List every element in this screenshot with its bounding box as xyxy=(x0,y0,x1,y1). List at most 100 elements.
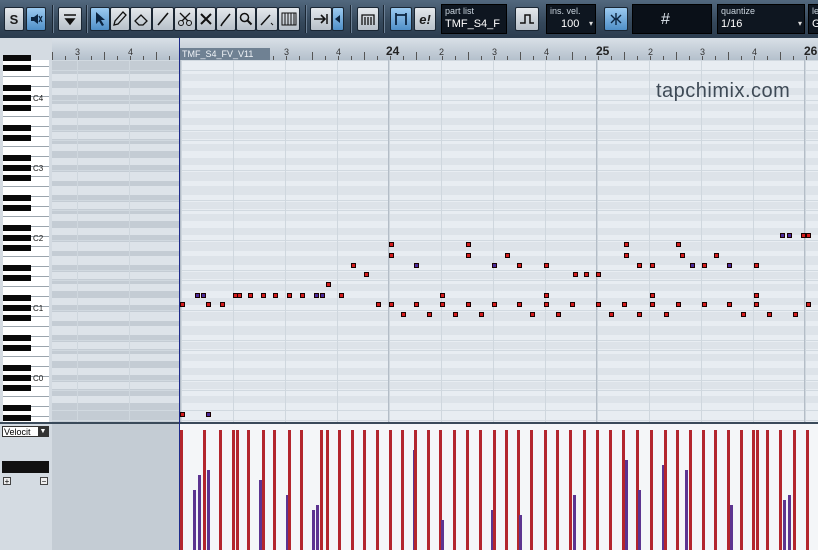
midi-note xyxy=(427,312,432,317)
eraser-tool-icon[interactable] xyxy=(130,7,152,31)
midi-note xyxy=(320,293,325,298)
solo-button[interactable]: S xyxy=(4,7,24,31)
length-selector[interactable]: le G xyxy=(808,4,818,34)
independent-track-loop-icon[interactable] xyxy=(390,7,412,31)
keyboard-keys[interactable]: C4 C3 C2 C1 C0 xyxy=(3,55,49,461)
black-key xyxy=(3,65,31,71)
snap-icon[interactable] xyxy=(604,7,628,31)
autoscroll-menu-icon[interactable] xyxy=(332,7,344,31)
velocity-bar xyxy=(714,430,717,550)
ruler-tick xyxy=(52,52,53,60)
midi-note xyxy=(479,312,484,317)
velocity-bar xyxy=(262,430,265,550)
midi-note xyxy=(754,263,759,268)
line-tool-icon[interactable] xyxy=(152,7,174,31)
velocity-bar xyxy=(351,430,354,550)
note-grid[interactable] xyxy=(52,60,818,422)
black-key-row xyxy=(52,382,818,389)
midi-note xyxy=(624,253,629,258)
octave-label: C2 xyxy=(33,234,44,243)
controller-selector[interactable]: Velocit ▼ xyxy=(2,426,49,437)
mute-tool-icon[interactable] xyxy=(196,7,216,31)
velocity-bar xyxy=(320,430,323,550)
speaker-icon[interactable] xyxy=(26,7,46,31)
midi-note xyxy=(806,233,811,238)
pencil-tool-icon[interactable] xyxy=(110,7,130,31)
edit-inplace-button[interactable]: e! xyxy=(414,7,436,31)
velocity-bar xyxy=(806,430,809,550)
velocity-bar xyxy=(664,430,667,550)
velocity-bar xyxy=(530,430,533,550)
velocity-bar xyxy=(389,430,392,550)
grid-row-line xyxy=(52,200,818,201)
velocity-bar xyxy=(441,520,444,550)
info-line-button[interactable] xyxy=(58,7,82,31)
timewarp-tool-icon[interactable] xyxy=(278,7,300,31)
midi-note xyxy=(339,293,344,298)
midi-note xyxy=(714,253,719,258)
step-input-icon[interactable] xyxy=(515,7,539,31)
black-key xyxy=(3,235,31,241)
grid-row-line xyxy=(52,390,818,391)
velocity-bar xyxy=(479,430,482,550)
arrow-tool-icon[interactable] xyxy=(90,7,110,31)
midi-note xyxy=(767,312,772,317)
grid-row-line xyxy=(52,140,818,141)
grid-row-line xyxy=(52,170,818,171)
velocity-bar xyxy=(207,470,210,550)
velocity-bar xyxy=(326,430,329,550)
black-key-row xyxy=(52,396,818,403)
velocity-bar xyxy=(756,430,759,550)
midi-note xyxy=(690,263,695,268)
insert-velocity-field[interactable]: ins. vel. 100 ▾ xyxy=(546,4,596,34)
midi-note xyxy=(622,302,627,307)
midi-note xyxy=(727,263,732,268)
scissors-tool-icon[interactable] xyxy=(174,7,196,31)
ruler[interactable]: 3 4 2 3 4 24 2 3 4 25 2 3 4 26 xyxy=(52,38,818,61)
midi-note xyxy=(180,302,185,307)
black-key-row xyxy=(52,368,818,375)
grid-beat-line xyxy=(77,60,78,422)
draw-tool-icon[interactable] xyxy=(256,7,278,31)
black-key xyxy=(3,335,31,341)
ruler-tick xyxy=(156,52,157,60)
grid-field[interactable]: # xyxy=(632,4,712,34)
midi-note xyxy=(287,293,292,298)
black-key-row xyxy=(52,144,818,151)
midi-note xyxy=(650,302,655,307)
black-key xyxy=(3,205,31,211)
midi-note xyxy=(680,253,685,258)
black-key xyxy=(3,165,31,171)
midi-note xyxy=(544,293,549,298)
piano-keyboard[interactable]: C4 C3 C2 C1 C0 xyxy=(0,38,52,461)
controller-selector-label: Velocit xyxy=(4,427,31,437)
zoom-tool-icon[interactable] xyxy=(236,7,256,31)
midi-note xyxy=(517,302,522,307)
glue-tool-icon[interactable] xyxy=(216,7,236,31)
autoscroll-icon[interactable] xyxy=(310,7,332,31)
grid-row-line xyxy=(52,270,818,271)
midi-note xyxy=(248,293,253,298)
midi-note xyxy=(702,263,707,268)
grid-row-line xyxy=(52,340,818,341)
part-list-selector[interactable]: part list TMF_S4_F xyxy=(441,4,507,34)
grid-row-line xyxy=(52,210,818,211)
velocity-bar xyxy=(609,430,612,550)
midi-note xyxy=(206,412,211,417)
velocity-lane[interactable] xyxy=(52,422,818,550)
show-part-borders-icon[interactable] xyxy=(357,7,379,31)
midi-note xyxy=(505,253,510,258)
velocity-bar xyxy=(466,430,469,550)
add-lane-icon[interactable]: + xyxy=(3,477,11,486)
velocity-bar xyxy=(752,430,755,550)
black-key xyxy=(3,275,31,281)
midi-note xyxy=(544,302,549,307)
remove-lane-icon[interactable]: − xyxy=(40,477,48,486)
grid-beat-line xyxy=(129,60,130,422)
midi-note xyxy=(326,282,331,287)
midi-note xyxy=(414,302,419,307)
toolbar: S e! part list TMF_S4_F ins. vel. 100 ▾ … xyxy=(0,0,818,39)
velocity-bar xyxy=(427,430,430,550)
midi-note xyxy=(195,293,200,298)
quantize-selector[interactable]: quantize 1/16 ▾ xyxy=(717,4,805,34)
